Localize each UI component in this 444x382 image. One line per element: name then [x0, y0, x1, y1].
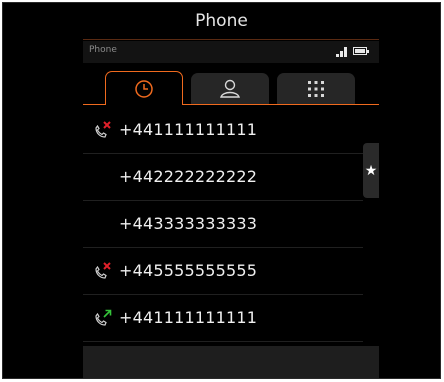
phone-number: +441111111111 [119, 120, 258, 139]
outgoing-call-icon [95, 309, 112, 326]
title-divider [83, 39, 379, 40]
page-title: Phone [195, 11, 248, 31]
status-app-label: Phone [89, 45, 117, 55]
call-row[interactable]: +442222222222 [83, 154, 363, 201]
tab-bar [83, 63, 379, 107]
tab-contacts[interactable] [191, 73, 269, 104]
bottom-pane [83, 346, 379, 378]
favorites-tab[interactable]: ★ [363, 143, 379, 198]
call-row[interactable]: +445555555555 [83, 248, 363, 295]
missed-call-icon [95, 262, 111, 279]
phone-screen: Phone Phone +441111111111 +442222222222 … [2, 2, 441, 379]
phone-number: +442222222222 [119, 167, 258, 186]
call-row[interactable]: +441111111111 [83, 295, 363, 342]
keypad-icon [308, 80, 324, 97]
clock-icon [135, 79, 153, 98]
tab-keypad[interactable] [277, 73, 355, 104]
phone-number: +443333333333 [119, 214, 258, 233]
call-row[interactable]: +443333333333 [83, 201, 363, 248]
phone-number: +441111111111 [119, 308, 258, 327]
tab-recent[interactable] [105, 71, 183, 105]
phone-number: +445555555555 [119, 261, 258, 280]
battery-icon [353, 47, 369, 55]
signal-icon [336, 47, 350, 57]
call-row[interactable]: +441111111111 [83, 107, 363, 154]
star-icon: ★ [364, 162, 378, 179]
person-icon [220, 79, 240, 98]
missed-call-icon [95, 121, 111, 138]
status-bar: Phone [83, 41, 379, 63]
